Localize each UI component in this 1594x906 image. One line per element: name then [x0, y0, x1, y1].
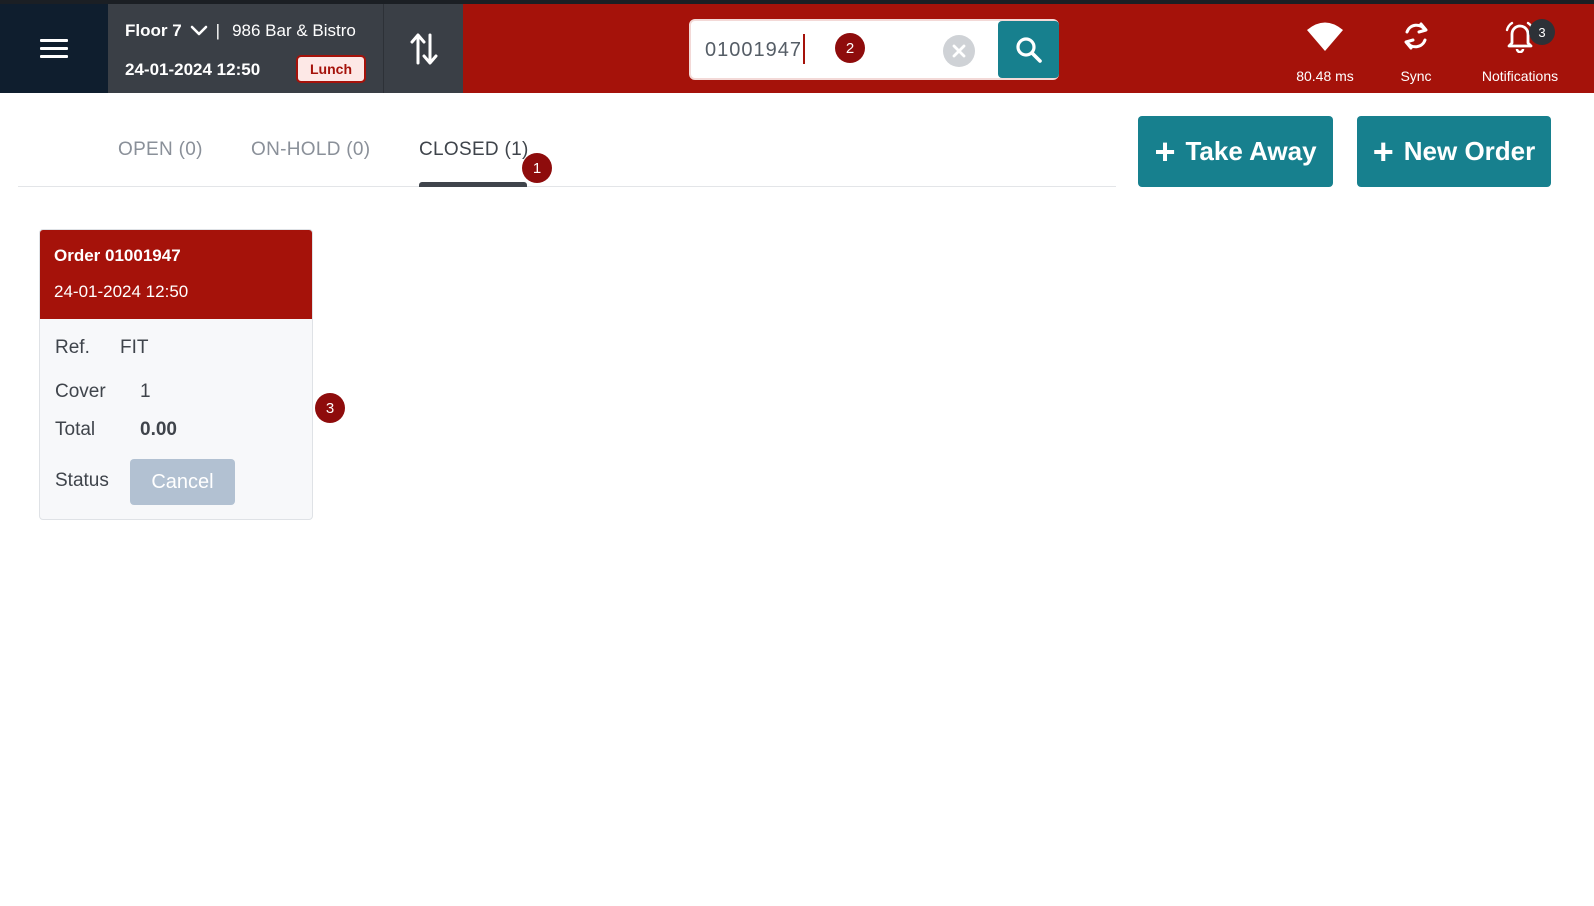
menu-button[interactable] — [0, 4, 108, 93]
sync-button[interactable]: Sync — [1388, 18, 1444, 84]
cover-row: Cover 1 — [55, 381, 151, 403]
clear-search-button[interactable] — [943, 35, 975, 67]
search-box — [689, 19, 1059, 80]
latency-label: 80.48 ms — [1296, 68, 1354, 84]
sync-label: Sync — [1400, 68, 1432, 84]
new-order-button[interactable]: + New Order — [1357, 116, 1551, 187]
notifications-label: Notifications — [1481, 68, 1559, 84]
plus-icon: + — [1372, 130, 1394, 172]
take-away-button[interactable]: + Take Away — [1138, 116, 1333, 187]
floor-selector[interactable]: Floor 7 — [125, 21, 182, 41]
hamburger-icon — [40, 39, 68, 58]
tab-open[interactable]: OPEN (0) — [118, 139, 203, 161]
order-card-header: Order 01001947 24-01-2024 12:50 — [40, 230, 312, 319]
bell-icon — [1468, 18, 1572, 54]
separator: | — [215, 21, 221, 40]
ref-row: Ref. FIT — [55, 337, 149, 359]
cancel-status-button[interactable]: Cancel — [130, 459, 235, 505]
step-marker-1: 1 — [522, 153, 552, 183]
app-header: Floor 7 | 986 Bar & Bistro 24-01-2024 12… — [0, 4, 1594, 93]
cover-value: 1 — [140, 381, 151, 402]
status-row: Status — [55, 470, 109, 492]
tab-closed[interactable]: CLOSED (1) — [419, 139, 529, 161]
cover-label: Cover — [55, 381, 106, 402]
order-title: Order 01001947 — [54, 246, 181, 265]
order-status-tabs: OPEN (0) ON-HOLD (0) CLOSED (1) — [18, 93, 1116, 187]
swap-vertical-icon — [410, 33, 437, 64]
network-status[interactable]: 80.48 ms — [1280, 18, 1370, 84]
meal-period-badge: Lunch — [296, 55, 366, 83]
order-datetime: 24-01-2024 12:50 — [54, 282, 189, 301]
order-card[interactable]: Order 01001947 24-01-2024 12:50 Ref. FIT… — [39, 229, 313, 520]
notifications-button[interactable]: Notifications — [1468, 18, 1572, 84]
tab-on-hold[interactable]: ON-HOLD (0) — [251, 139, 370, 161]
plus-icon: + — [1154, 130, 1176, 172]
business-datetime: 24-01-2024 12:50 — [125, 60, 261, 79]
take-away-label: Take Away — [1185, 136, 1317, 166]
ref-value: FIT — [120, 337, 149, 358]
sort-toggle-button[interactable] — [383, 4, 463, 93]
search-input[interactable] — [705, 35, 935, 65]
step-marker-2: 2 — [835, 33, 865, 63]
new-order-label: New Order — [1403, 136, 1536, 166]
wifi-icon — [1280, 18, 1370, 54]
active-tab-indicator — [419, 182, 527, 187]
notification-count-badge: 3 — [1529, 19, 1555, 45]
search-button[interactable] — [998, 21, 1059, 78]
text-cursor — [803, 34, 805, 64]
venue-panel: Floor 7 | 986 Bar & Bistro 24-01-2024 12… — [108, 4, 383, 93]
sync-icon — [1388, 18, 1444, 54]
status-label: Status — [55, 470, 109, 491]
total-value: 0.00 — [140, 419, 177, 440]
search-icon — [1015, 36, 1042, 63]
total-label: Total — [55, 419, 96, 440]
close-icon — [952, 44, 966, 58]
step-marker-3: 3 — [315, 393, 345, 423]
total-row: Total 0.00 — [55, 419, 177, 441]
venue-name: 986 Bar & Bistro — [232, 21, 356, 40]
ref-label: Ref. — [55, 337, 90, 358]
chevron-down-icon[interactable] — [190, 25, 208, 37]
